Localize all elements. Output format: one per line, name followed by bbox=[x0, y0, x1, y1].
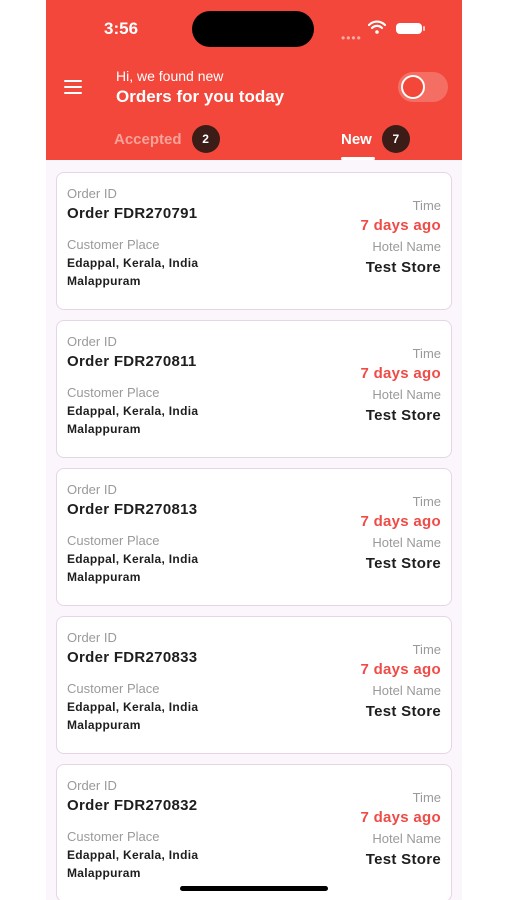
customer-place-line1: Edappal, Kerala, India bbox=[67, 552, 199, 566]
orders-list: Order ID Order FDR270791 Customer Place … bbox=[56, 172, 452, 900]
order-time: 7 days ago bbox=[360, 217, 441, 234]
order-time: 7 days ago bbox=[360, 365, 441, 382]
count-badge: 2 bbox=[191, 125, 220, 153]
hotel-name: Test Store bbox=[365, 703, 441, 720]
customer-place-line1: Edappal, Kerala, India bbox=[67, 848, 199, 862]
order-id-label: Order ID bbox=[67, 482, 117, 497]
time-label: Time bbox=[412, 494, 441, 509]
dynamic-island bbox=[192, 11, 314, 47]
hotel-name-label: Hotel Name bbox=[372, 535, 441, 550]
order-id-label: Order ID bbox=[67, 186, 117, 201]
time-label: Time bbox=[412, 790, 441, 805]
customer-place-label: Customer Place bbox=[67, 237, 160, 252]
order-number: Order FDR270813 bbox=[67, 501, 198, 518]
app-header: 3:56 •••• Hi, we found new Orders for yo… bbox=[46, 0, 462, 160]
hotel-name-label: Hotel Name bbox=[372, 387, 441, 402]
customer-place-line2: Malappuram bbox=[67, 866, 141, 880]
customer-place-label: Customer Place bbox=[67, 385, 160, 400]
order-number: Order FDR270833 bbox=[67, 649, 198, 666]
tab-label: New bbox=[341, 130, 372, 148]
hotel-name-label: Hotel Name bbox=[372, 831, 441, 846]
order-card[interactable]: Order ID Order FDR270813 Customer Place … bbox=[56, 468, 452, 606]
tab-accepted[interactable]: Accepted 2 bbox=[114, 125, 220, 153]
hotel-name-label: Hotel Name bbox=[372, 239, 441, 254]
home-indicator[interactable] bbox=[180, 886, 328, 891]
hotel-name: Test Store bbox=[365, 259, 441, 276]
hotel-name: Test Store bbox=[365, 407, 441, 424]
customer-place-label: Customer Place bbox=[67, 533, 160, 548]
battery-icon bbox=[396, 23, 425, 34]
customer-place-label: Customer Place bbox=[67, 829, 160, 844]
order-time: 7 days ago bbox=[360, 513, 441, 530]
order-id-label: Order ID bbox=[67, 630, 117, 645]
toggle-knob bbox=[401, 75, 425, 99]
selected-tab-indicator bbox=[341, 157, 375, 160]
order-number: Order FDR270791 bbox=[67, 205, 198, 222]
order-time: 7 days ago bbox=[360, 809, 441, 826]
time-label: Time bbox=[412, 642, 441, 657]
customer-place-line1: Edappal, Kerala, India bbox=[67, 404, 199, 418]
hamburger-menu-icon[interactable] bbox=[64, 80, 82, 94]
customer-place-label: Customer Place bbox=[67, 681, 160, 696]
tab-label: Accepted bbox=[114, 130, 182, 148]
order-card[interactable]: Order ID Order FDR270833 Customer Place … bbox=[56, 616, 452, 754]
headline-text: Orders for you today bbox=[116, 87, 285, 106]
app-screen: 3:56 •••• Hi, we found new Orders for yo… bbox=[46, 0, 462, 900]
customer-place-line1: Edappal, Kerala, India bbox=[67, 700, 199, 714]
customer-place-line2: Malappuram bbox=[67, 718, 141, 732]
status-time: 3:56 bbox=[104, 19, 139, 38]
cellular-signal-icon: •••• bbox=[341, 31, 362, 45]
greeting-text: Hi, we found new bbox=[116, 68, 224, 84]
hotel-name: Test Store bbox=[365, 555, 441, 572]
order-card[interactable]: Order ID Order FDR270832 Customer Place … bbox=[56, 764, 452, 900]
count-badge: 7 bbox=[381, 125, 410, 153]
time-label: Time bbox=[412, 198, 441, 213]
order-card[interactable]: Order ID Order FDR270791 Customer Place … bbox=[56, 172, 452, 310]
customer-place-line2: Malappuram bbox=[67, 570, 141, 584]
order-time: 7 days ago bbox=[360, 661, 441, 678]
time-label: Time bbox=[412, 346, 441, 361]
customer-place-line1: Edappal, Kerala, India bbox=[67, 256, 199, 270]
order-card[interactable]: Order ID Order FDR270811 Customer Place … bbox=[56, 320, 452, 458]
order-id-label: Order ID bbox=[67, 778, 117, 793]
availability-toggle[interactable] bbox=[398, 72, 448, 102]
tab-new[interactable]: New 7 bbox=[341, 125, 410, 153]
customer-place-line2: Malappuram bbox=[67, 422, 141, 436]
order-id-label: Order ID bbox=[67, 334, 117, 349]
order-number: Order FDR270832 bbox=[67, 797, 198, 814]
order-number: Order FDR270811 bbox=[67, 353, 197, 370]
wifi-icon bbox=[368, 20, 386, 34]
hotel-name-label: Hotel Name bbox=[372, 683, 441, 698]
customer-place-line2: Malappuram bbox=[67, 274, 141, 288]
hotel-name: Test Store bbox=[365, 851, 441, 868]
